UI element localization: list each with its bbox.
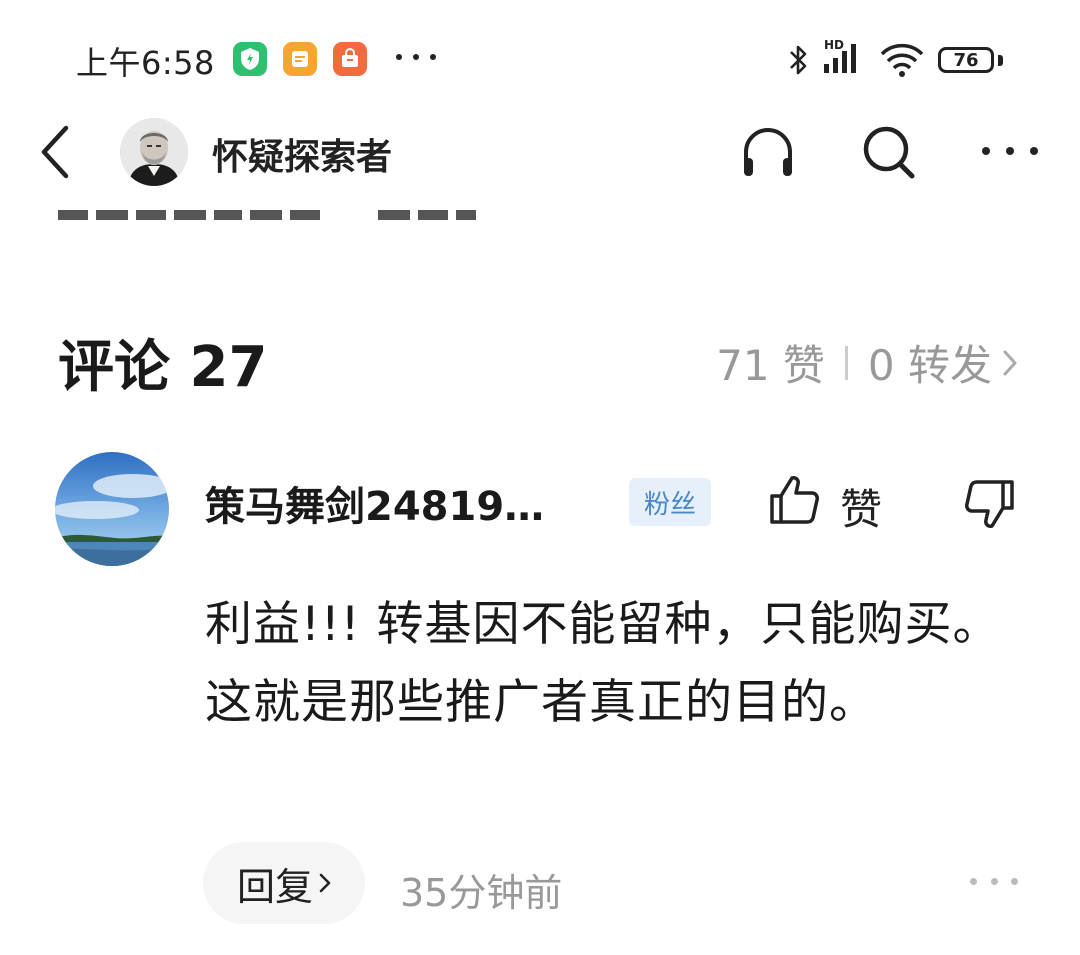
reply-label: 回复 bbox=[236, 864, 313, 909]
like-icon[interactable] bbox=[766, 472, 822, 532]
dislike-icon[interactable] bbox=[962, 478, 1018, 538]
wifi-icon bbox=[878, 42, 926, 82]
fan-badge: 粉丝 bbox=[629, 478, 711, 526]
more-icon[interactable] bbox=[982, 147, 1038, 155]
signal-icon: HD bbox=[822, 38, 866, 82]
page-title: 怀疑探索者 bbox=[212, 137, 393, 178]
search-icon[interactable] bbox=[860, 124, 918, 184]
comment-time: 35分钟前 bbox=[400, 871, 563, 915]
comments-count-title: 评论 27 bbox=[58, 335, 268, 400]
author-avatar[interactable] bbox=[120, 118, 188, 186]
headphones-icon[interactable] bbox=[740, 124, 796, 184]
shares-count[interactable]: 0 转发 bbox=[868, 332, 992, 393]
likes-count[interactable]: 71 赞 bbox=[716, 332, 825, 393]
like-label[interactable]: 赞 bbox=[840, 476, 882, 537]
reply-button[interactable]: 回复 bbox=[203, 842, 365, 924]
scrolled-text-fragment bbox=[58, 207, 478, 221]
bluetooth-icon bbox=[786, 43, 810, 81]
comment-more-icon[interactable] bbox=[970, 878, 1018, 886]
battery-icon: 76 bbox=[938, 47, 994, 73]
more-notifications-icon bbox=[396, 54, 436, 62]
battery-tip bbox=[998, 55, 1003, 66]
chevron-right-icon bbox=[319, 872, 331, 894]
shop-app-icon bbox=[333, 42, 367, 76]
notes-app-icon bbox=[283, 42, 317, 76]
chevron-right-icon bbox=[1002, 348, 1018, 378]
back-icon[interactable] bbox=[36, 124, 76, 184]
status-time: 上午6:58 bbox=[76, 44, 215, 82]
post-stats[interactable]: 71 赞 0 转发 bbox=[716, 332, 1018, 393]
comment-text: 利益!!! 转基因不能留种，只能购买。这就是那些推广者真正的目的。 bbox=[205, 597, 1001, 730]
commenter-username[interactable]: 策马舞剑24819… bbox=[205, 474, 544, 532]
stats-divider bbox=[844, 345, 848, 380]
commenter-avatar[interactable] bbox=[55, 452, 169, 566]
network-label: HD bbox=[824, 38, 845, 52]
battery-level: 76 bbox=[953, 49, 979, 71]
security-app-icon bbox=[233, 42, 267, 76]
